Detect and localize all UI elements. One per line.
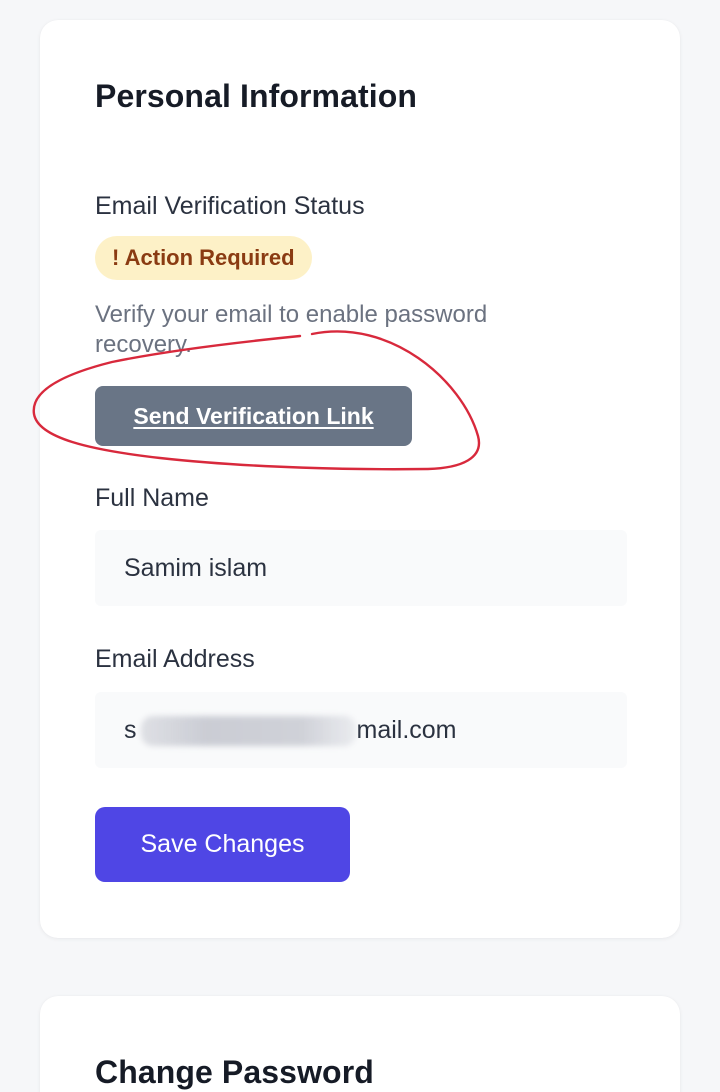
email-address-label: Email Address [95, 645, 255, 673]
send-verification-link-button[interactable]: Send Verification Link [95, 386, 412, 446]
email-value-end: mail.com [356, 716, 457, 744]
change-password-title: Change Password [95, 1054, 374, 1090]
email-value-start: s [124, 716, 137, 744]
full-name-input[interactable]: Samim islam [95, 530, 627, 606]
email-verification-label: Email Verification Status [95, 192, 365, 220]
personal-information-card: Personal Information Email Verification … [40, 20, 680, 938]
email-redaction-blur [141, 716, 356, 746]
personal-information-title: Personal Information [95, 78, 418, 114]
action-required-badge: ! Action Required [95, 236, 312, 280]
save-changes-button[interactable]: Save Changes [95, 807, 350, 882]
full-name-value: Samim islam [124, 554, 268, 582]
email-address-input[interactable]: s mail.com [95, 692, 627, 768]
profile-settings-page: Personal Information Email Verification … [0, 0, 720, 1092]
change-password-card: Change Password [40, 996, 680, 1092]
verification-hint: Verify your email to enable password rec… [95, 301, 488, 358]
full-name-label: Full Name [95, 484, 209, 512]
